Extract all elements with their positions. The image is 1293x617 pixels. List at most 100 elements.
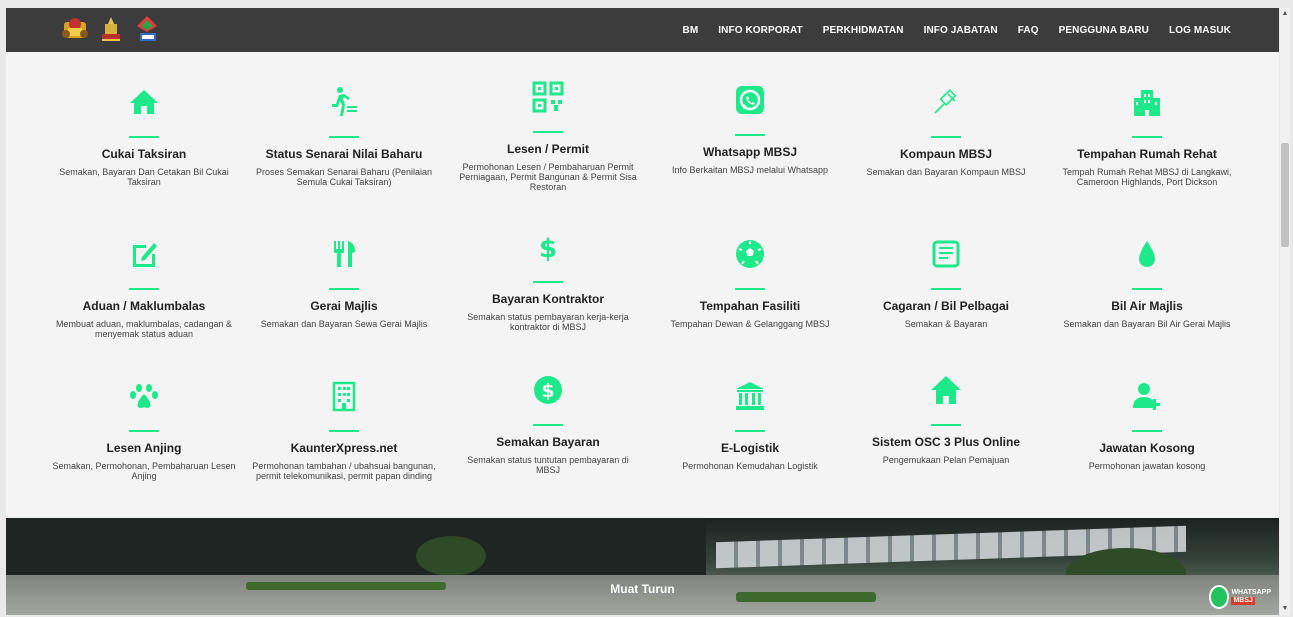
- service-card-status-senarai[interactable]: Status Senarai Nilai Baharu Proses Semak…: [244, 82, 444, 187]
- service-card-kompaun-mbsj[interactable]: Kompaun MBSJ Semakan dan Bayaran Kompaun…: [846, 82, 1046, 177]
- service-description: Pengemukaan Pelan Pemajuan: [882, 455, 1010, 465]
- accent-divider: [129, 288, 159, 290]
- top-navbar: BM INFO KORPORAT PERKHIDMATAN INFO JABAT…: [6, 8, 1279, 52]
- service-card-cukai-taksiran[interactable]: Cukai Taksiran Semakan, Bayaran Dan Ceta…: [44, 82, 244, 187]
- service-description: Permohonan tambahan / ubahsuai bangunan,…: [252, 461, 436, 481]
- accent-divider: [533, 131, 563, 133]
- accent-divider: [735, 430, 765, 432]
- service-card-whatsapp-mbsj[interactable]: Whatsapp MBSJ Info Berkaitan MBSJ melalu…: [650, 80, 850, 175]
- building-icon: [1127, 82, 1167, 122]
- service-description: Semakan, Bayaran Dan Cetakan Bil Cukai T…: [59, 167, 229, 187]
- service-title: Gerai Majlis: [310, 299, 378, 313]
- accent-divider: [1132, 136, 1162, 138]
- institution-icon: [730, 376, 770, 416]
- svg-text:$: $: [541, 380, 554, 402]
- service-description: Tempahan Dewan & Gelanggang MBSJ: [670, 319, 830, 329]
- service-card-lesen-permit[interactable]: Lesen / Permit Permohonan Lesen / Pembah…: [448, 77, 648, 192]
- whatsapp-badge-line2: MBSJ: [1231, 597, 1255, 605]
- service-description: Semakan dan Bayaran Sewa Gerai Majlis: [260, 319, 428, 329]
- accent-divider: [129, 430, 159, 432]
- service-card-jawatan-kosong[interactable]: Jawatan Kosong Permohonan jawatan kosong: [1047, 376, 1247, 471]
- service-description: Semakan status tuntutan pembayaran di MB…: [467, 455, 629, 475]
- service-card-cagaran-bil[interactable]: Cagaran / Bil Pelbagai Semakan & Bayaran: [846, 234, 1046, 329]
- service-card-aduan[interactable]: Aduan / Maklumbalas Membuat aduan, maklu…: [44, 234, 244, 339]
- service-card-sistem-osc[interactable]: Sistem OSC 3 Plus Online Pengemukaan Pel…: [846, 370, 1046, 465]
- service-description: Semakan & Bayaran: [904, 319, 988, 329]
- service-card-e-logistik[interactable]: E-Logistik Permohonan Kemudahan Logistik: [650, 376, 850, 471]
- edit-icon: [124, 234, 164, 274]
- service-description: Info Berkaitan MBSJ melalui Whatsapp: [671, 165, 829, 175]
- logo-group[interactable]: [60, 14, 162, 44]
- dollar-icon: $: [528, 227, 568, 267]
- download-label[interactable]: Muat Turun: [6, 582, 1279, 596]
- muat-turun-banner[interactable]: Muat Turun WHATSAPP MBSJ: [6, 518, 1279, 615]
- nav-pengguna-baru[interactable]: PENGGUNA BARU: [1059, 25, 1149, 36]
- nav-faq[interactable]: FAQ: [1018, 25, 1039, 36]
- service-description: Semakan, Permohonan, Pembaharuan Lesen A…: [52, 461, 236, 481]
- service-title: Bayaran Kontraktor: [491, 292, 605, 306]
- accent-divider: [329, 136, 359, 138]
- service-description: Proses Semakan Senarai Baharu (Penilaian…: [255, 167, 433, 187]
- tree: [416, 536, 486, 576]
- whatsapp-badge-text: WHATSAPP MBSJ: [1231, 589, 1271, 605]
- scroll-thumb[interactable]: [1281, 143, 1289, 247]
- cutlery-icon: [324, 234, 364, 274]
- water-drop-icon: [1127, 234, 1167, 274]
- nav-log-masuk[interactable]: LOG MASUK: [1169, 25, 1231, 36]
- service-card-tempahan-fasiliti[interactable]: Tempahan Fasiliti Tempahan Dewan & Gelan…: [650, 234, 850, 329]
- qr-code-icon: [528, 77, 568, 117]
- football-icon: [730, 234, 770, 274]
- add-user-icon: [1127, 376, 1167, 416]
- service-title: Aduan / Maklumbalas: [82, 299, 206, 313]
- accent-divider: [1132, 430, 1162, 432]
- nav-links: BM INFO KORPORAT PERKHIDMATAN INFO JABAT…: [683, 8, 1231, 52]
- service-card-bil-air[interactable]: Bil Air Majlis Semakan dan Bayaran Bil A…: [1047, 234, 1247, 329]
- paw-icon: [124, 376, 164, 416]
- page-scrollbar[interactable]: ▲ ▼: [1280, 8, 1290, 615]
- service-card-semakan-bayaran[interactable]: $ Semakan Bayaran Semakan status tuntuta…: [448, 370, 648, 475]
- whatsapp-floating-button[interactable]: WHATSAPP MBSJ: [1209, 583, 1271, 611]
- service-card-gerai-majlis[interactable]: Gerai Majlis Semakan dan Bayaran Sewa Ge…: [244, 234, 444, 329]
- service-title: Bil Air Majlis: [1111, 299, 1183, 313]
- service-card-tempahan-rumah-rehat[interactable]: Tempahan Rumah Rehat Tempah Rumah Rehat …: [1047, 82, 1247, 187]
- accent-divider: [931, 424, 961, 426]
- service-description: Tempah Rumah Rehat MBSJ di Langkawi, Cam…: [1062, 167, 1232, 187]
- accent-divider: [735, 134, 765, 136]
- service-title: Whatsapp MBSJ: [702, 145, 797, 159]
- house-icon: [926, 370, 966, 410]
- selangor-crest-logo: [62, 18, 88, 38]
- accent-divider: [129, 136, 159, 138]
- service-title: Tempahan Rumah Rehat: [1077, 147, 1217, 161]
- service-card-bayaran-kontraktor[interactable]: $ Bayaran Kontraktor Semakan status pemb…: [448, 227, 648, 332]
- office-building-icon: [324, 376, 364, 416]
- nav-perkhidmatan[interactable]: PERKHIDMATAN: [823, 25, 904, 36]
- nav-info-jabatan[interactable]: INFO JABATAN: [924, 25, 998, 36]
- service-title: Jawatan Kosong: [1099, 441, 1195, 455]
- service-description: Membuat aduan, maklumbalas, cadangan & m…: [55, 319, 233, 339]
- service-card-kaunterxpress[interactable]: KaunterXpress.net Permohonan tambahan / …: [244, 376, 444, 481]
- service-description: Semakan dan Bayaran Kompaun MBSJ: [866, 167, 1026, 177]
- scroll-down-arrow-icon[interactable]: ▼: [1280, 603, 1290, 615]
- service-description: Permohonan Lesen / Pembaharuan Permit Pe…: [459, 162, 637, 192]
- whatsapp-badge-line1: WHATSAPP: [1231, 589, 1271, 596]
- home-icon: [124, 82, 164, 122]
- dollar-circle-icon: $: [528, 370, 568, 410]
- svg-text:$: $: [539, 234, 557, 263]
- accent-divider: [533, 424, 563, 426]
- scroll-up-arrow-icon[interactable]: ▲: [1280, 8, 1290, 20]
- service-title: Cukai Taksiran: [101, 147, 187, 161]
- service-title: KaunterXpress.net: [290, 441, 398, 455]
- service-title: Semakan Bayaran: [496, 435, 600, 449]
- accent-divider: [931, 136, 961, 138]
- accent-divider: [533, 281, 563, 283]
- service-card-lesen-anjing[interactable]: Lesen Anjing Semakan, Permohonan, Pembah…: [44, 376, 244, 481]
- accent-divider: [735, 288, 765, 290]
- nav-info-korporat[interactable]: INFO KORPORAT: [718, 25, 802, 36]
- whatsapp-icon: [730, 80, 770, 120]
- nav-bm[interactable]: BM: [683, 25, 699, 36]
- service-title: Cagaran / Bil Pelbagai: [882, 299, 1010, 313]
- accent-divider: [329, 430, 359, 432]
- accent-divider: [1132, 288, 1162, 290]
- service-title: Tempahan Fasiliti: [699, 299, 801, 313]
- service-description: Permohonan jawatan kosong: [1088, 461, 1206, 471]
